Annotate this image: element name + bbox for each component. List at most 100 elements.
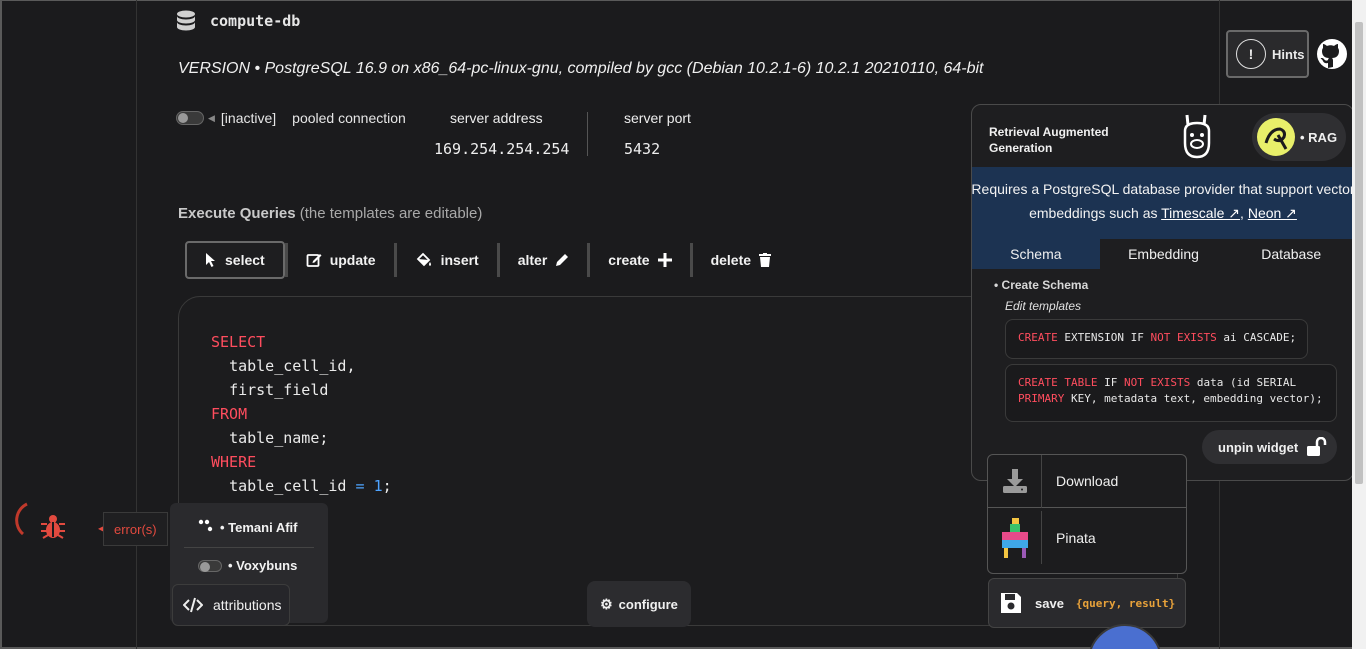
unpin-label: unpin widget — [1218, 439, 1299, 455]
attributions-button[interactable]: attributions — [172, 584, 290, 626]
db-title: compute-db — [176, 10, 300, 32]
attributions-label: attributions — [213, 597, 282, 613]
plus-icon — [657, 253, 672, 267]
code-keyword: WHERE — [211, 453, 257, 471]
server-port-value: 5432 — [624, 140, 661, 158]
save-template: {query, result} — [1075, 596, 1176, 610]
error-label[interactable]: error(s) — [103, 512, 168, 546]
exclamation-icon: ! — [1236, 39, 1266, 69]
rag-widget: Retrieval Augmented Generation • RAG Req… — [971, 104, 1354, 481]
schema-template-1[interactable]: CREATE EXTENSION IF NOT EXISTS ai CASCAD… — [1005, 319, 1308, 359]
alter-button[interactable]: alter — [500, 241, 588, 279]
server-divider — [587, 112, 588, 156]
save-label: save — [1035, 595, 1064, 611]
code-keyword: CREATE — [1018, 331, 1058, 344]
execute-queries-subtitle: (the templates are editable) — [299, 205, 483, 222]
gear-icon: ⚙ — [600, 595, 613, 612]
connection-status: [inactive] — [220, 110, 277, 126]
code-line: table_cell_id, — [229, 357, 356, 375]
tab-database[interactable]: Database — [1227, 239, 1353, 269]
insert-button-label: insert — [440, 252, 479, 268]
trash-icon — [759, 253, 772, 267]
neon-link[interactable]: Neon ↗ — [1248, 205, 1297, 221]
execute-queries-heading: Execute Queries (the templates are edita… — [178, 205, 482, 222]
code-text: EXTENSION IF — [1057, 331, 1151, 344]
link-separator: , — [1240, 205, 1244, 221]
cursor-icon — [206, 253, 215, 267]
server-port-label: server port — [624, 110, 691, 126]
code-keyword: FROM — [211, 405, 248, 423]
download-icon — [988, 454, 1042, 508]
rag-requirement-note: Requires a PostgreSQL database provider … — [972, 167, 1353, 239]
code-text: KEY, metadata text, embedding vector); — [1064, 392, 1323, 405]
version-text: VERSION • PostgreSQL 16.9 on x86_64-pc-l… — [178, 60, 984, 77]
update-button[interactable]: update — [288, 241, 394, 279]
code-punct: ; — [382, 477, 392, 495]
update-button-label: update — [329, 252, 376, 268]
code-keyword: PRIMARY — [1018, 392, 1065, 405]
create-button-label: create — [608, 252, 650, 268]
code-keyword: CREATE TABLE — [1018, 376, 1098, 389]
scrollbar-thumb[interactable] — [1355, 22, 1363, 484]
pencil-icon — [556, 254, 569, 266]
delete-button-label: delete — [710, 252, 752, 268]
code-keyword: SELECT — [211, 333, 266, 351]
llama-icon — [1183, 114, 1211, 159]
rag-title: Retrieval Augmented Generation — [989, 125, 1109, 155]
hints-button[interactable]: ! Hints — [1226, 30, 1309, 78]
rag-badge-label: • RAG — [1300, 129, 1338, 145]
code-text: IF — [1097, 376, 1124, 389]
alter-button-label: alter — [517, 252, 548, 268]
code-icon — [183, 597, 203, 613]
tab-embedding[interactable]: Embedding — [1100, 239, 1228, 269]
toggle-icon — [198, 559, 222, 572]
unlock-icon — [1307, 437, 1327, 456]
save-button[interactable]: save {query, result} — [988, 578, 1186, 628]
select-button[interactable]: select — [185, 241, 285, 279]
hints-label: Hints — [1272, 46, 1305, 62]
code-keyword: NOT EXISTS — [1150, 331, 1217, 344]
pinata-icon — [988, 511, 1042, 564]
github-icon[interactable] — [1316, 38, 1348, 70]
timescale-link[interactable]: Timescale ↗ — [1161, 205, 1240, 221]
code-line: first_field — [229, 381, 329, 399]
paint-bucket-icon — [416, 252, 431, 267]
db-name: compute-db — [210, 12, 301, 30]
connection-row: ◀ [inactive] pooled connection — [176, 110, 406, 126]
create-button[interactable]: create — [590, 241, 689, 279]
code-line: table_cell_id — [229, 477, 347, 495]
server-address-label: server address — [450, 110, 543, 126]
code-line: table_name; — [229, 429, 329, 447]
code-text: data (id SERIAL — [1190, 376, 1297, 389]
caret-left-icon: ◀ — [208, 112, 215, 123]
rag-logo-icon — [1257, 118, 1295, 156]
configure-label: configure — [618, 596, 678, 612]
attribution-name: • Voxybuns — [228, 558, 298, 573]
delete-button[interactable]: delete — [693, 241, 789, 279]
tab-schema[interactable]: Schema — [972, 239, 1100, 269]
pooled-label: pooled connection — [292, 110, 406, 126]
create-schema-label: Create Schema — [1001, 278, 1089, 292]
rag-tabs: Schema Embedding Database — [972, 239, 1353, 269]
pooled-toggle[interactable] — [176, 111, 204, 125]
attribution-item[interactable]: • Voxybuns — [198, 558, 297, 573]
select-button-label: select — [225, 252, 265, 268]
left-divider — [136, 0, 137, 649]
schema-template-2[interactable]: CREATE TABLE IF NOT EXISTS data (id SERI… — [1005, 364, 1337, 422]
code-text: ai CASCADE; — [1216, 331, 1297, 344]
bug-icon[interactable] — [15, 500, 75, 544]
download-item[interactable]: Download — [988, 454, 1186, 508]
code-keyword: NOT EXISTS — [1123, 376, 1191, 389]
edit-templates-label: Edit templates — [1005, 299, 1082, 313]
rag-badge: • RAG — [1252, 113, 1346, 161]
attribution-name: • Temani Afif — [220, 519, 298, 535]
query-toolbar: select update insert alter create delete — [185, 241, 789, 279]
pinata-item[interactable]: Pinata — [988, 511, 1186, 564]
attribution-item[interactable]: • Temani Afif — [198, 519, 298, 535]
unpin-widget-button[interactable]: unpin widget — [1202, 430, 1337, 464]
database-icon — [177, 10, 195, 31]
query-code[interactable]: SELECT table_cell_id, first_field FROM t… — [211, 330, 392, 498]
insert-button[interactable]: insert — [397, 241, 497, 279]
edit-icon — [306, 254, 322, 267]
configure-button[interactable]: ⚙ configure — [587, 581, 691, 627]
